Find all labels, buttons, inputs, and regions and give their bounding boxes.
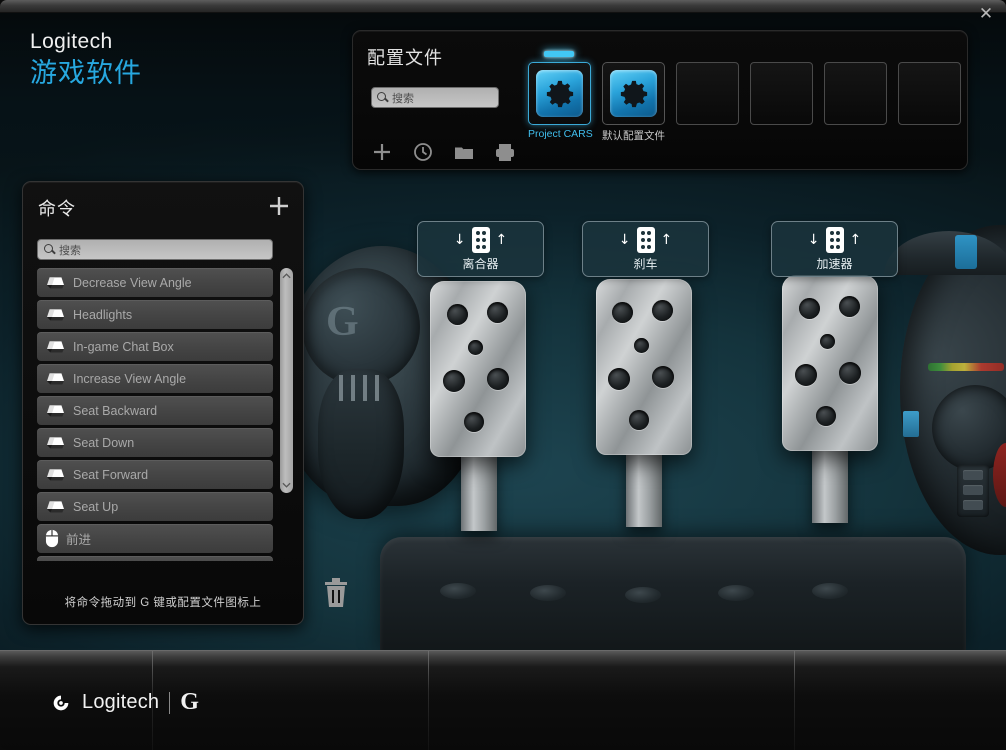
list-item-label: Seat Down bbox=[73, 435, 135, 450]
recent-profiles-icon[interactable] bbox=[412, 141, 434, 163]
keycap-icon bbox=[47, 469, 64, 481]
profile-search-input[interactable]: 搜索 bbox=[371, 87, 499, 108]
list-item-label: In-game Chat Box bbox=[73, 339, 174, 354]
bottom-toolbar: Logitech G bbox=[0, 650, 1006, 750]
profile-tile-label: 默认配置文件 bbox=[602, 130, 665, 142]
keycap-icon bbox=[47, 437, 64, 449]
print-profile-icon[interactable] bbox=[494, 141, 516, 163]
keycap-icon bbox=[47, 501, 64, 513]
keycap-icon bbox=[47, 341, 64, 353]
pedal-icon bbox=[636, 227, 655, 253]
trash-icon[interactable] bbox=[322, 575, 350, 609]
list-item-label: 前进 bbox=[66, 533, 92, 547]
app-branding: Logitech 游戏软件 bbox=[30, 29, 142, 91]
list-item-label: Increase View Angle bbox=[73, 371, 187, 386]
list-item[interactable]: In-game Chat Box bbox=[37, 332, 273, 361]
chevron-up-icon[interactable] bbox=[282, 272, 291, 279]
logitech-gaming-software-window: ✕ G Logitech 游戏软件 配置文件 搜索 Project CARS 默… bbox=[0, 0, 1006, 750]
list-item[interactable]: Headlights bbox=[37, 300, 273, 329]
drag-hint-text: 将命令拖动到 G 键或配置文件图标上 bbox=[64, 597, 262, 609]
keycap-icon bbox=[47, 373, 64, 385]
brand-line-2: 游戏软件 bbox=[30, 58, 142, 88]
list-item[interactable]: Decrease View Angle bbox=[37, 268, 273, 297]
profile-tiles: Project CARS 默认配置文件 bbox=[528, 51, 961, 143]
scrollbar-thumb[interactable] bbox=[280, 268, 293, 493]
arrow-down-icon: ↓ bbox=[453, 232, 466, 248]
add-command-icon[interactable] bbox=[267, 194, 291, 218]
pedal-assign-label: 离合器 bbox=[462, 256, 499, 271]
add-profile-icon[interactable] bbox=[371, 141, 393, 163]
list-item-label: Headlights bbox=[73, 307, 133, 322]
profile-tile-box[interactable] bbox=[602, 62, 665, 125]
commands-title: 命令 bbox=[38, 199, 76, 219]
profiles-panel: 配置文件 搜索 Project CARS 默认配置文件 bbox=[352, 30, 968, 170]
list-item-label: Decrease View Angle bbox=[73, 275, 192, 290]
logitech-wordmark: Logitech bbox=[82, 691, 160, 713]
arrow-up-icon: ↑ bbox=[495, 232, 508, 248]
list-item[interactable]: Seat Backward bbox=[37, 396, 273, 425]
gear-icon bbox=[610, 70, 657, 117]
command-search-placeholder: 搜索 bbox=[59, 244, 81, 257]
search-icon bbox=[43, 243, 56, 256]
list-item[interactable]: Seat Up bbox=[37, 492, 273, 521]
logitech-mark-icon bbox=[53, 695, 69, 710]
profile-tile[interactable]: 默认配置文件 bbox=[602, 62, 665, 143]
pedal-assign-label: 加速器 bbox=[816, 256, 853, 271]
pedal-assign-accelerator[interactable]: ↓ ↑ 加速器 bbox=[771, 221, 898, 277]
profile-tile[interactable]: Project CARS bbox=[528, 51, 593, 143]
profile-tile-label: Project CARS bbox=[528, 128, 593, 140]
commands-scrollbar[interactable] bbox=[280, 268, 293, 493]
profile-slot-empty[interactable] bbox=[898, 62, 961, 125]
command-search-input[interactable]: 搜索 bbox=[37, 239, 273, 260]
list-item[interactable]: Seat Forward bbox=[37, 460, 273, 489]
logo-divider bbox=[169, 691, 171, 714]
profile-toolbar bbox=[371, 141, 516, 163]
pedal-assign-clutch[interactable]: ↓ ↑ 离合器 bbox=[417, 221, 544, 277]
logitech-logo: Logitech G bbox=[50, 689, 199, 716]
window-titlebar bbox=[0, 0, 1006, 13]
list-item[interactable]: Increase View Angle bbox=[37, 364, 273, 393]
list-item[interactable]: 前进 bbox=[37, 524, 273, 553]
close-icon[interactable]: ✕ bbox=[972, 1, 1000, 27]
main-stage: G Logitech 游戏软件 配置文件 搜索 Project CARS 默认配… bbox=[0, 13, 1006, 650]
arrow-down-icon: ↓ bbox=[618, 232, 631, 248]
profile-slot-empty[interactable] bbox=[676, 62, 739, 125]
keycap-icon bbox=[47, 309, 64, 321]
list-item-label: Seat Backward bbox=[73, 403, 158, 418]
g-logo-watermark: G bbox=[326, 299, 359, 345]
profile-slot-empty[interactable] bbox=[750, 62, 813, 125]
commands-list: Decrease View Angle Headlights In-game C… bbox=[37, 268, 273, 561]
list-item[interactable]: 单击中键 bbox=[37, 556, 273, 561]
open-profile-icon[interactable] bbox=[453, 141, 475, 163]
arrow-up-icon: ↑ bbox=[849, 232, 862, 248]
g-logo: G bbox=[180, 689, 199, 715]
pedal-assign-label: 刹车 bbox=[633, 256, 658, 271]
keycap-icon bbox=[47, 277, 64, 289]
chevron-down-icon[interactable] bbox=[282, 482, 291, 489]
keycap-icon bbox=[47, 405, 64, 417]
mouse-icon bbox=[45, 529, 59, 548]
list-item-label: Seat Up bbox=[73, 499, 119, 514]
pedal-icon bbox=[471, 227, 490, 253]
list-item-label: Seat Forward bbox=[73, 467, 149, 482]
pedal-icon bbox=[825, 227, 844, 253]
gear-icon bbox=[536, 70, 583, 117]
profile-search-placeholder: 搜索 bbox=[392, 92, 414, 105]
search-icon bbox=[376, 91, 389, 104]
arrow-down-icon: ↓ bbox=[807, 232, 820, 248]
list-item[interactable]: Seat Down bbox=[37, 428, 273, 457]
arrow-up-icon: ↑ bbox=[660, 232, 673, 248]
pedal-assign-brake[interactable]: ↓ ↑ 刹车 bbox=[582, 221, 709, 277]
profile-slot-empty[interactable] bbox=[824, 62, 887, 125]
profiles-title: 配置文件 bbox=[367, 48, 443, 68]
profile-selected-indicator bbox=[544, 51, 574, 57]
brand-line-1: Logitech bbox=[30, 30, 113, 53]
commands-panel: 命令 搜索 Decrease View Angle Headlights In-… bbox=[22, 181, 304, 625]
profile-tile-box[interactable] bbox=[528, 62, 591, 125]
